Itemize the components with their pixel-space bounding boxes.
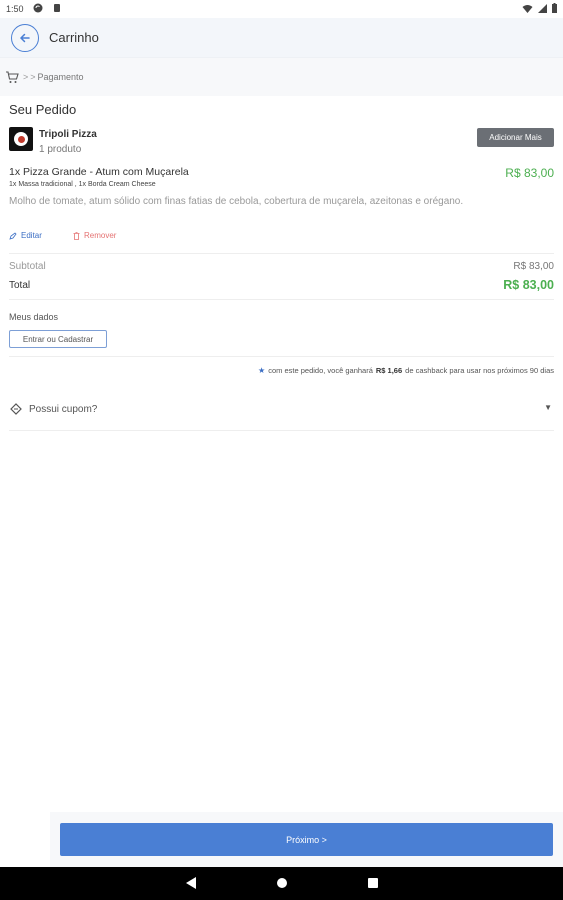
divider [9,299,554,300]
nav-back-icon[interactable] [186,877,196,889]
remove-item-label: Remover [84,231,117,240]
section-title: Seu Pedido [9,102,77,117]
subtotal-value: R$ 83,00 [513,261,554,272]
storage-icon [54,4,60,12]
back-button[interactable] [11,24,39,52]
signal-icon [538,3,547,13]
next-button[interactable]: Próximo > [60,823,553,856]
cashback-amount: R$ 1,66 [375,366,403,375]
coupon-toggle[interactable]: Possui cupom? ▼ [9,398,554,420]
ticket-icon [10,403,22,415]
breadcrumb-current: Pagamento [37,72,84,82]
cashback-info: ★ com este pedido, você ganhará R$ 1,66 … [258,366,554,375]
nav-home-icon[interactable] [277,878,287,888]
arrow-left-icon [19,33,30,43]
breadcrumb: > > Pagamento [0,58,563,96]
add-more-button[interactable]: Adicionar Mais [477,128,554,147]
coupon-label: Possui cupom? [29,403,98,415]
star-icon: ★ [258,366,266,375]
item-name: 1x Pizza Grande - Atum com Muçarela [9,166,189,178]
wifi-icon [522,4,533,13]
cart-icon[interactable] [5,70,19,84]
breadcrumb-separator: > [30,72,36,82]
divider [9,253,554,254]
nav-recent-icon[interactable] [368,878,378,888]
app-bar: Carrinho [0,18,563,58]
trash-icon [73,231,80,240]
divider [9,430,554,431]
item-description: Molho de tomate, atum sólido com finas f… [9,196,464,207]
edit-item-button[interactable]: Editar [9,231,42,240]
status-time: 1:50 [6,4,24,14]
page-title: Carrinho [49,30,99,45]
item-options: 1x Massa tradicional , 1x Borda Cream Ch… [9,181,156,188]
cashback-suffix: de cashback para usar nos próximos 90 di… [405,366,554,375]
total-label: Total [9,280,31,291]
divider [9,356,554,357]
total-value: R$ 83,00 [503,278,554,292]
store-product-count: 1 produto [39,144,82,155]
chevron-down-icon: ▼ [544,403,552,412]
sync-icon [33,3,43,13]
edit-icon [9,231,17,240]
battery-icon [552,3,557,13]
edit-item-label: Editar [21,231,42,240]
cashback-prefix: com este pedido, você ganhará [268,366,373,375]
my-data-title: Meus dados [9,312,59,322]
login-signup-button[interactable]: Entrar ou Cadastrar [9,330,107,348]
remove-item-button[interactable]: Remover [73,231,116,240]
item-price: R$ 83,00 [505,166,554,180]
subtotal-label: Subtotal [9,261,46,272]
status-bar: 1:50 [0,0,563,18]
store-logo [9,127,33,151]
store-name: Tripoli Pizza [39,129,97,140]
breadcrumb-separator: > [23,72,29,82]
